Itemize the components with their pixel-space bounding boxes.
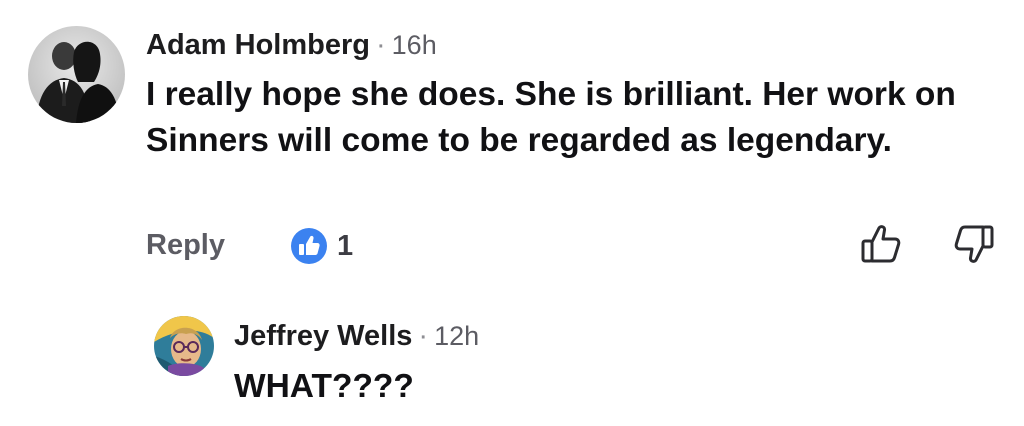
separator-dot: · [375,29,386,61]
thumbs-down-icon [954,225,994,263]
avatar-illustration [154,316,214,376]
timestamp: 16h [391,30,437,60]
comment-text: I really hope she does. She is brilliant… [146,76,956,159]
separator-dot: · [418,320,429,352]
thumbs-down-button[interactable] [951,221,997,267]
thumbs-up-button[interactable] [858,221,904,267]
reaction-summary[interactable]: 1 [290,227,353,265]
avatar[interactable] [154,316,214,376]
reply-button[interactable]: Reply [146,227,225,263]
thumbs-up-icon [861,225,901,263]
avatar[interactable] [28,26,125,123]
timestamp: 12h [434,321,480,351]
reply-header: Jeffrey Wells · 12h [234,318,479,354]
author-name[interactable]: Jeffrey Wells [234,320,412,352]
comment-header: Adam Holmberg · 16h [146,27,437,63]
avatar-photo [28,26,125,123]
thumbs-up-badge-icon [291,228,327,264]
like-count: 1 [337,229,354,262]
author-name[interactable]: Adam Holmberg [146,29,370,61]
reply-text: WHAT???? [234,368,414,405]
